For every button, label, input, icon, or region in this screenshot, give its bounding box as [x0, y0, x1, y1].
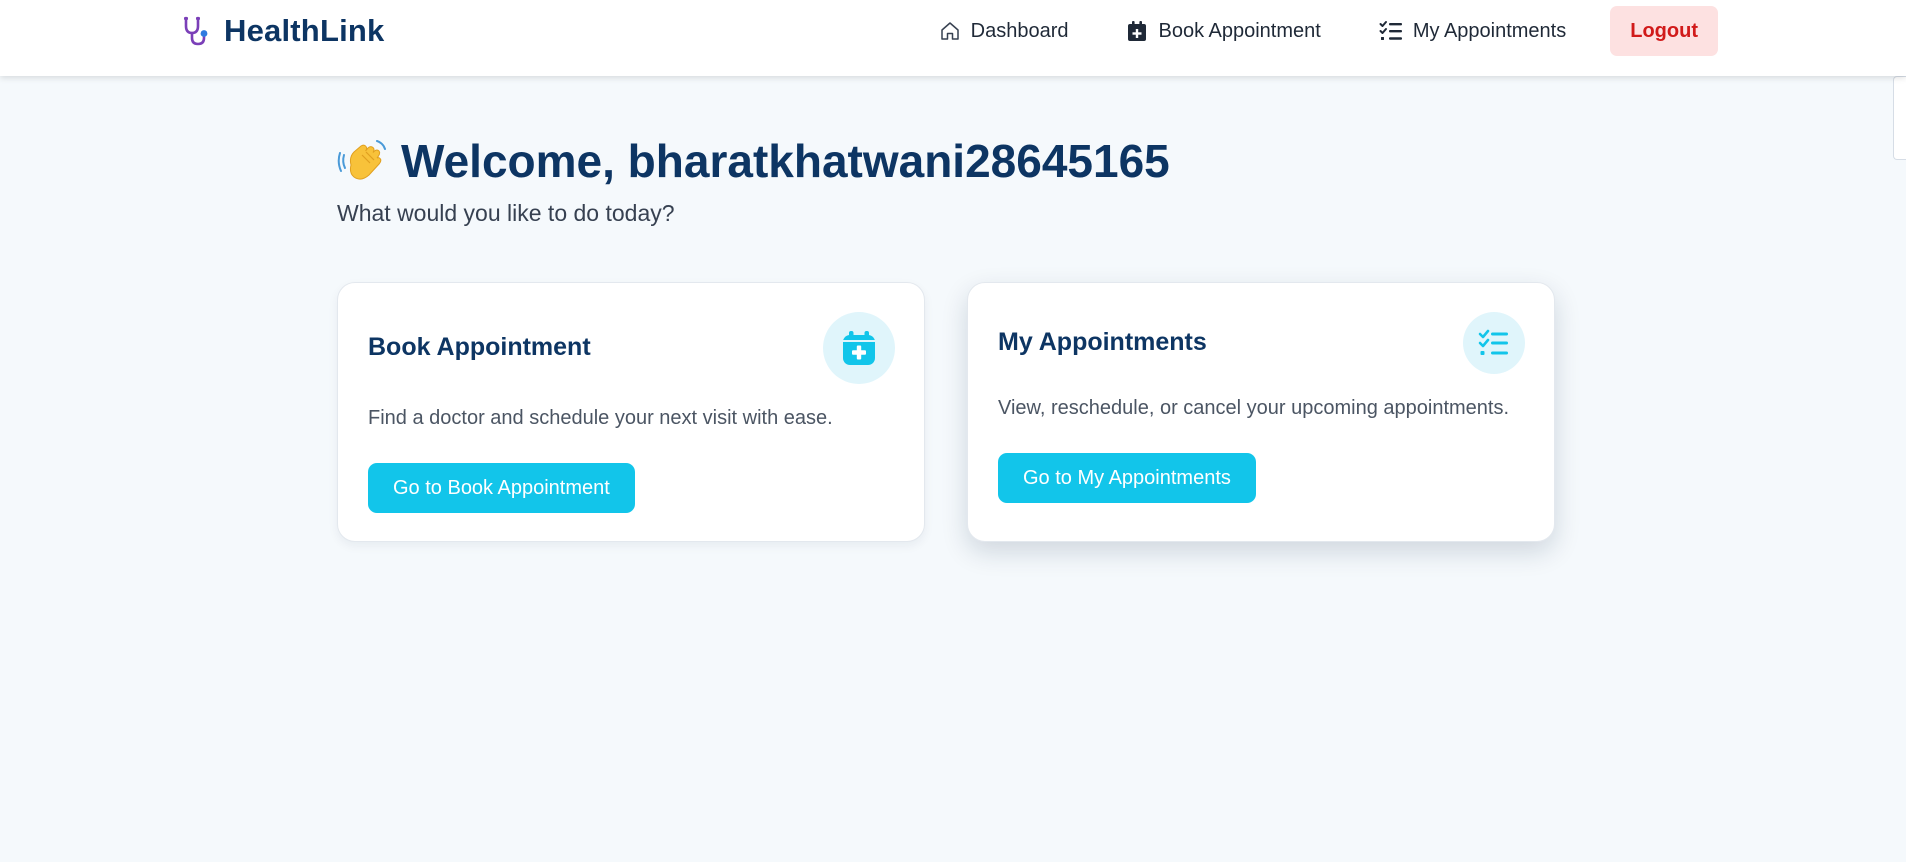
- nav-item-label: My Appointments: [1412, 19, 1567, 42]
- logout-button[interactable]: Logout: [1610, 6, 1718, 56]
- card-title: My Appointments: [998, 328, 1207, 356]
- calendar-plus-icon: [823, 312, 895, 384]
- nav-item-label: Book Appointment: [1158, 19, 1321, 42]
- checklist-icon: [1463, 312, 1525, 374]
- card-description: View, reschedule, or cancel your upcomin…: [998, 397, 1510, 419]
- go-to-my-appointments-button[interactable]: Go to My Appointments: [998, 453, 1256, 503]
- nav-links: Dashboard Book Appointment My Appointmen…: [939, 6, 1718, 56]
- go-to-book-appointment-button[interactable]: Go to Book Appointment: [368, 463, 635, 513]
- calendar-plus-icon: [1126, 20, 1148, 42]
- nav-item-dashboard[interactable]: Dashboard: [939, 19, 1069, 43]
- card-description: Find a doctor and schedule your next vis…: [368, 407, 833, 429]
- side-panel-handle[interactable]: [1893, 76, 1906, 160]
- card-title: Book Appointment: [368, 333, 591, 361]
- action-cards: Book Appointment Find a doctor and sched…: [337, 282, 1555, 542]
- top-navbar: HealthLink Dashboard Book Appointment My…: [0, 0, 1906, 76]
- brand[interactable]: HealthLink: [180, 12, 384, 50]
- welcome-title: Welcome, bharatkhatwani28645165: [401, 135, 1170, 187]
- welcome-header: Welcome, bharatkhatwani28645165: [337, 130, 1557, 192]
- nav-item-label: Dashboard: [970, 19, 1069, 42]
- dashboard-main: Welcome, bharatkhatwani28645165 What wou…: [337, 130, 1557, 542]
- brand-name: HealthLink: [224, 13, 385, 48]
- checklist-icon: [1379, 20, 1403, 42]
- nav-item-book-appointment[interactable]: Book Appointment: [1126, 19, 1321, 43]
- book-appointment-card: Book Appointment Find a doctor and sched…: [337, 282, 925, 542]
- nav-item-my-appointments[interactable]: My Appointments: [1379, 20, 1566, 43]
- my-appointments-card: My Appointments View, reschedule, or can…: [967, 282, 1555, 542]
- welcome-subtitle: What would you like to do today?: [337, 200, 675, 226]
- waving-hand-icon: [337, 135, 389, 187]
- stethoscope-icon: [180, 14, 214, 48]
- home-icon: [939, 20, 961, 42]
